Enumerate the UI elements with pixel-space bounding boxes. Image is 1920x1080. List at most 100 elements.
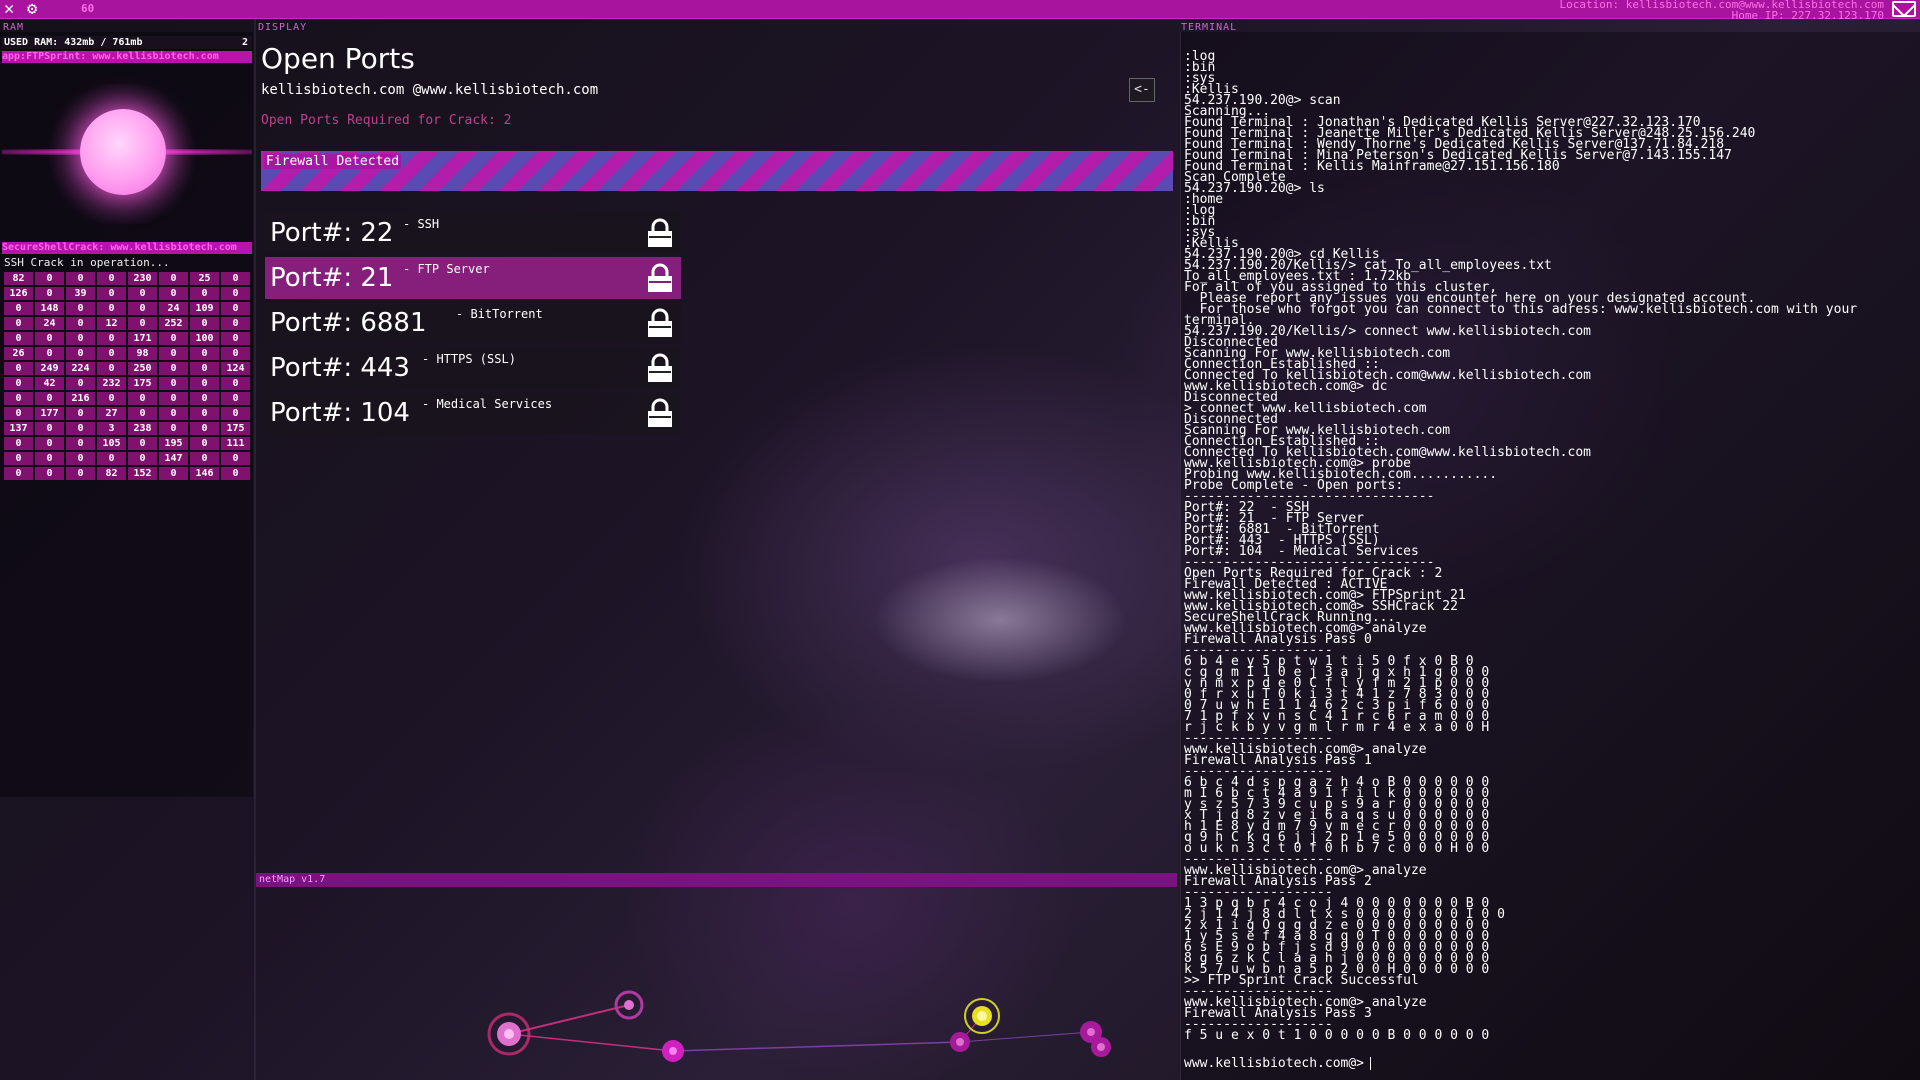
port-number: Port#: 22 xyxy=(270,218,394,248)
lock-icon[interactable] xyxy=(644,352,676,384)
grid-cell: 0 xyxy=(66,407,95,420)
grid-cell: 124 xyxy=(221,362,250,375)
close-icon[interactable]: ✕ xyxy=(4,0,14,19)
port-service: - Medical Services xyxy=(422,397,553,411)
grid-cell: 0 xyxy=(66,377,95,390)
grid-cell: 0 xyxy=(221,407,250,420)
grid-cell: 0 xyxy=(190,437,219,450)
grid-cell: 0 xyxy=(66,317,95,330)
port-service: - SSH xyxy=(403,217,440,231)
grid-cell: 0 xyxy=(159,347,188,360)
grid-row: 0 0 216 0 0 0 0 0 xyxy=(4,392,250,405)
port-row-443[interactable]: Port#: 443 - HTTPS (SSL) xyxy=(265,347,681,389)
grid-cell: 252 xyxy=(159,317,188,330)
grid-row: 137 0 0 3 238 0 0 175 xyxy=(4,422,250,435)
grid-cell: 0 xyxy=(35,287,64,300)
target-address: kellisbiotech.com @www.kellisbiotech.com xyxy=(261,82,599,98)
grid-cell: 82 xyxy=(97,467,126,480)
grid-cell: 0 xyxy=(35,437,64,450)
grid-cell: 0 xyxy=(159,272,188,285)
terminal-output: :log:bin:sys:Kellis 54.237.190.20@> scan S… xyxy=(1184,50,1914,1042)
ports-required: Open Ports Required for Crack: 2 xyxy=(261,113,512,128)
grid-cell: 152 xyxy=(128,467,157,480)
grid-cell: 0 xyxy=(4,437,33,450)
terminal-line: :sys xyxy=(1184,71,1216,86)
grid-cell: 0 xyxy=(221,452,250,465)
grid-cell: 42 xyxy=(35,377,64,390)
port-row-104[interactable]: Port#: 104 - Medical Services xyxy=(265,392,681,434)
netmap-node-home[interactable] xyxy=(487,1012,531,1056)
port-service: - HTTPS (SSL) xyxy=(422,352,516,366)
sshcrack-app-bar[interactable]: SecureShellCrack: www.kellisbiotech.com xyxy=(2,242,252,254)
grid-cell: 0 xyxy=(4,302,33,315)
back-button[interactable]: <- xyxy=(1129,78,1155,102)
ram-process-count: 2 xyxy=(241,37,248,48)
grid-cell: 0 xyxy=(35,272,64,285)
grid-cell: 0 xyxy=(97,332,126,345)
netmap-node[interactable] xyxy=(614,990,644,1020)
gear-icon[interactable]: ⚙ xyxy=(27,0,37,19)
grid-cell: 0 xyxy=(35,347,64,360)
grid-cell: 39 xyxy=(66,287,95,300)
grid-row: 0 0 0 82 152 0 146 0 xyxy=(4,467,250,480)
netmap-node[interactable] xyxy=(1091,1037,1111,1057)
grid-row: 82 0 0 0 230 0 25 0 xyxy=(4,272,250,285)
grid-row: 0 42 0 232 175 0 0 0 xyxy=(4,377,250,390)
grid-cell: 148 xyxy=(35,302,64,315)
top-bar: ✕ ⚙ 60 Location: kellisbiotech.com@www.k… xyxy=(0,0,1920,21)
grid-cell: 146 xyxy=(190,467,219,480)
port-row-22[interactable]: Port#: 22 - SSH xyxy=(265,212,681,254)
grid-cell: 0 xyxy=(128,287,157,300)
grid-cell: 0 xyxy=(190,287,219,300)
port-row-21[interactable]: Port#: 21 - FTP Server xyxy=(265,257,681,299)
grid-cell: 98 xyxy=(128,347,157,360)
grid-cell: 0 xyxy=(159,422,188,435)
terminal-line: :log xyxy=(1184,203,1216,218)
grid-cell: 0 xyxy=(190,347,219,360)
grid-row: 0 0 0 0 0 147 0 0 xyxy=(4,452,250,465)
grid-cell: 0 xyxy=(35,422,64,435)
terminal-input[interactable]: www.kellisbiotech.com@> xyxy=(1184,1056,1371,1071)
mail-icon[interactable] xyxy=(1892,1,1916,17)
grid-cell: 0 xyxy=(97,272,126,285)
port-row-6881[interactable]: Port#: 6881 - BitTorrent xyxy=(265,302,681,344)
terminal-label: TERMINAL xyxy=(1181,22,1238,33)
lock-icon[interactable] xyxy=(644,307,676,339)
grid-cell: 0 xyxy=(128,452,157,465)
grid-cell: 0 xyxy=(159,332,188,345)
lock-icon[interactable] xyxy=(644,217,676,249)
terminal-line: :bin xyxy=(1184,214,1216,229)
grid-cell: 0 xyxy=(35,467,64,480)
terminal-line: > connect www.kellisbiotech.com xyxy=(1184,401,1427,416)
location-info: Location: kellisbiotech.com@www.kellisbi… xyxy=(1559,0,1884,21)
grid-cell: 0 xyxy=(97,302,126,315)
grid-cell: 0 xyxy=(221,272,250,285)
grid-cell: 0 xyxy=(159,407,188,420)
grid-cell: 24 xyxy=(35,317,64,330)
netmap-node-current[interactable] xyxy=(964,998,1000,1034)
netmap-title: netMap v1.7 xyxy=(256,873,1177,887)
grid-cell: 238 xyxy=(128,422,157,435)
grid-cell: 0 xyxy=(159,392,188,405)
ssh-crack-grid: 82 0 0 0 230 0 25 0 126 0 39 0 0 0 0 0 0 148 0 0 0 24 109 0 0 24 0… xyxy=(2,270,252,482)
grid-cell: 27 xyxy=(97,407,126,420)
grid-cell: 0 xyxy=(221,377,250,390)
ram-usage: USED RAM: 432mb / 761mb 2 xyxy=(2,36,252,49)
terminal-panel[interactable]: :log:bin:sys:Kellis 54.237.190.20@> scan S… xyxy=(1180,32,1920,1080)
grid-cell: 0 xyxy=(128,392,157,405)
grid-cell: 175 xyxy=(128,377,157,390)
grid-cell: 0 xyxy=(221,347,250,360)
lock-icon[interactable] xyxy=(644,262,676,294)
display-label: DISPLAY xyxy=(258,22,308,33)
grid-cell: 0 xyxy=(221,392,250,405)
grid-cell: 111 xyxy=(221,437,250,450)
grid-cell: 0 xyxy=(221,467,250,480)
grid-cell: 0 xyxy=(190,377,219,390)
netmap-node[interactable] xyxy=(950,1032,970,1052)
grid-cell: 216 xyxy=(66,392,95,405)
grid-cell: 224 xyxy=(66,362,95,375)
lock-icon[interactable] xyxy=(644,397,676,429)
grid-cell: 0 xyxy=(97,362,126,375)
ftpsprint-app-bar[interactable]: app:FTPSprint: www.kellisbiotech.com xyxy=(2,51,252,63)
netmap-node[interactable] xyxy=(662,1040,684,1062)
